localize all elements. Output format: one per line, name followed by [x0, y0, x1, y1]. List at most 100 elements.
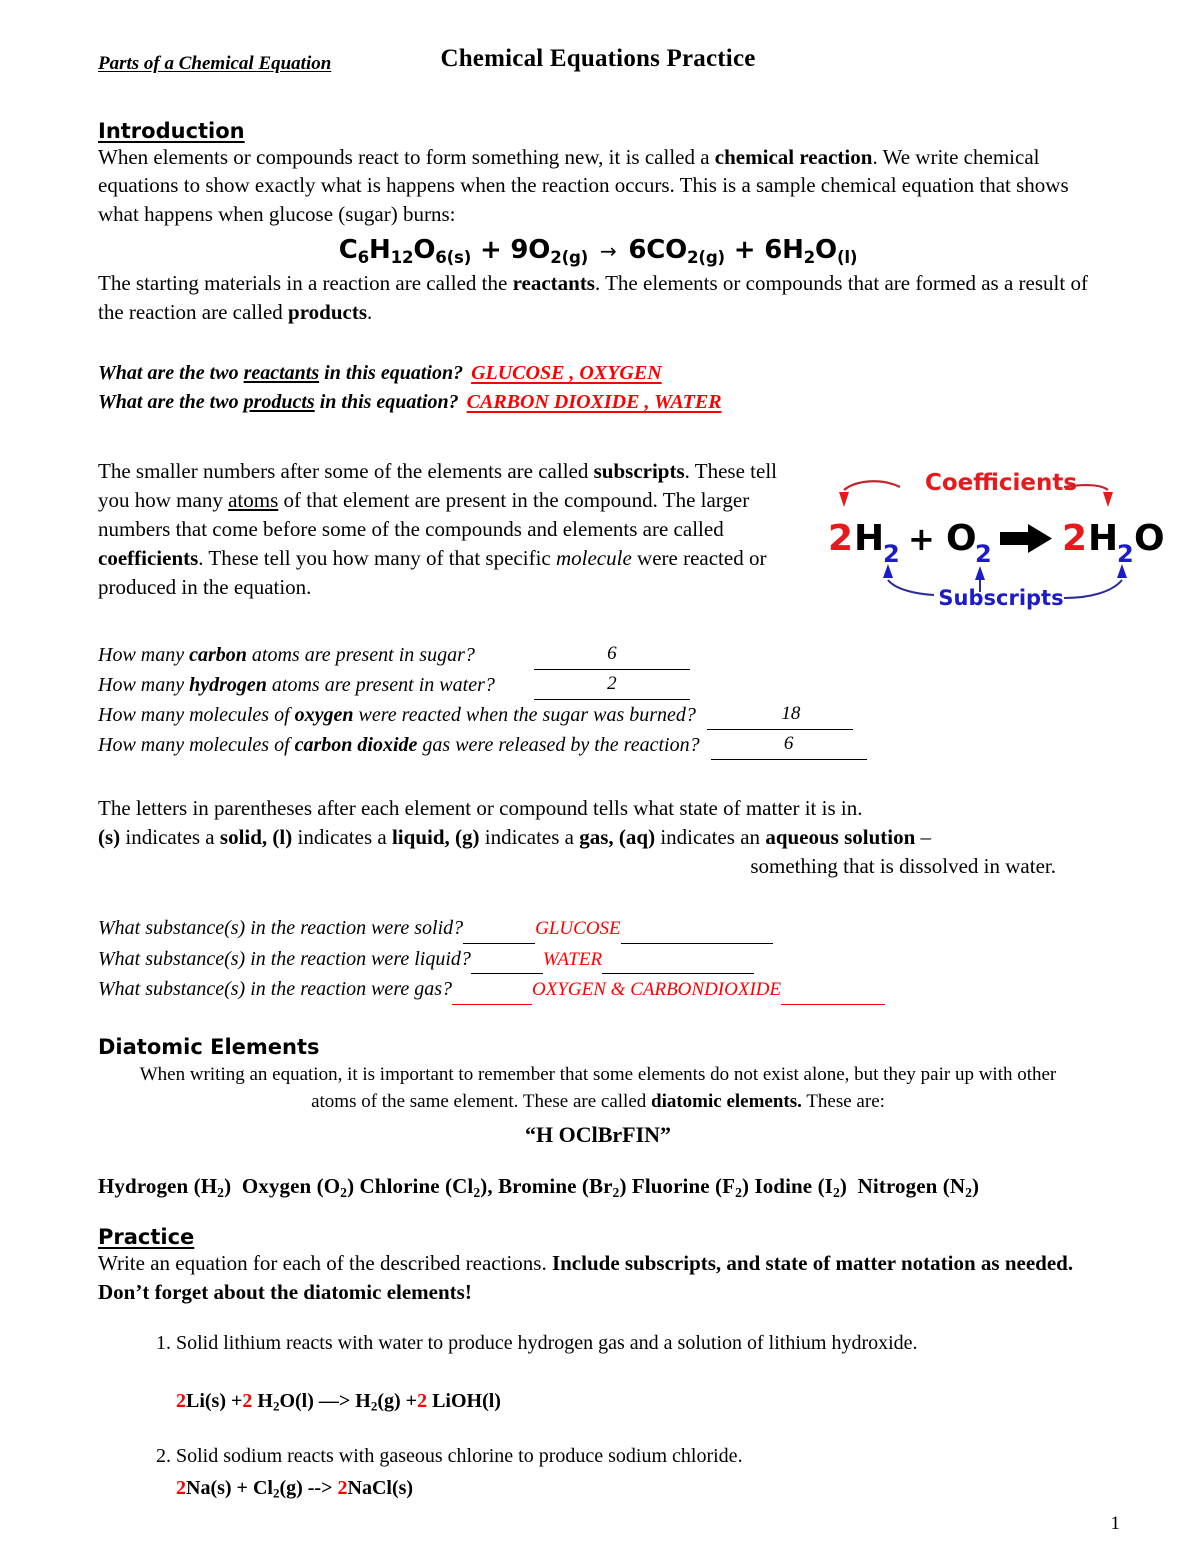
coefficients-left-connector	[843, 480, 901, 491]
reactants-question-row: What are the two reactants in this equat…	[98, 359, 1098, 388]
count-co2-answer: 6	[783, 732, 794, 754]
count-carbon-bold: carbon	[189, 644, 247, 667]
count-oxygen-answer: 18	[781, 702, 801, 724]
legend-gas: gas,	[579, 825, 614, 850]
diagram-hydrogen: H	[854, 518, 884, 559]
sub-italic-molecule: molecule	[555, 546, 632, 571]
state-solid-blank-right[interactable]	[620, 920, 773, 944]
legend-s-text: indicates a	[120, 825, 220, 850]
count-carbon-blank-right[interactable]: 6	[607, 643, 690, 671]
equation-reactant-oxygen: 9O2(g)	[510, 235, 589, 268]
subscripts-right-connector	[1063, 579, 1123, 599]
state-gas-blank-left[interactable]	[452, 981, 533, 1005]
legend-g: (g)	[449, 825, 480, 850]
count-carbon-pre: How many	[98, 644, 190, 667]
subscripts-label: Subscripts	[938, 586, 1063, 610]
count-question-oxygen: How many molecules of oxygen were reacte…	[98, 700, 1098, 731]
diagram-water-hydrogen: H	[1088, 518, 1118, 559]
count-hydrogen-blank-right[interactable]: 2	[607, 673, 690, 701]
count-co2-post: gas were released by the reaction?	[417, 734, 700, 757]
intro-text-a: When elements or compounds react to form…	[98, 144, 715, 169]
diagram-coefficient-2-left: 2	[828, 518, 853, 559]
products-question-row: What are the two products in this equati…	[98, 388, 1098, 417]
diagram-oxygen-subscript: 2	[975, 540, 992, 568]
intro2-bold-reactants: reactants	[512, 271, 595, 296]
diatomic-element-chlorine: Chlorine (Cl2),	[359, 1173, 493, 1200]
state-question-liquid: What substance(s) in the reaction were l…	[98, 944, 1098, 975]
practice-heading: Practice	[98, 1225, 195, 1250]
intro-bold-chemical-reaction: chemical reaction	[714, 144, 873, 169]
count-question-carbon: How many carbon atoms are present in sug…	[98, 640, 1098, 671]
diatomic-element-hydrogen: Hydrogen (H2)	[98, 1173, 232, 1200]
diatomic-text-b: These are:	[801, 1091, 885, 1113]
count-co2-blank-right[interactable]: 6	[784, 733, 867, 761]
state-gas-blank-right[interactable]	[781, 981, 886, 1005]
practice-items-list: Solid lithium reacts with water to produ…	[98, 1329, 1098, 1503]
equation-plus-2: +	[733, 235, 765, 266]
count-oxygen-pre: How many molecules of	[98, 704, 295, 727]
count-co2-bold: carbon dioxide	[294, 734, 418, 757]
diagram-coefficient-2-right: 2	[1062, 518, 1087, 559]
intro2-text-a: The starting materials in a reaction are…	[98, 271, 513, 296]
count-co2-pre: How many molecules of	[98, 734, 295, 757]
item2-coef-nacl: 2	[337, 1477, 348, 1500]
state-solid-answer: GLUCOSE	[535, 918, 621, 940]
item1-coef-lioh: 2	[417, 1390, 428, 1413]
practice-instructions-a: Write an equation for each of the descri…	[98, 1251, 552, 1276]
diatomic-element-fluorine: Fluorine (F2)	[631, 1173, 750, 1200]
state-of-matter-continuation: something that is dissolved in water.	[750, 854, 1056, 879]
introduction-heading-row: Introduction	[98, 119, 1098, 143]
document-page: Chemical Equations Practice Parts of a C…	[0, 0, 1200, 1553]
coefficients-left-arrowhead-icon	[839, 492, 849, 507]
legend-l: (l)	[267, 825, 293, 850]
item1-coef-water: 2	[242, 1390, 253, 1413]
state-solid-question: What substance(s) in the reaction were s…	[98, 917, 464, 940]
state-of-matter-legend: (s) indicates a solid, (l) indicates a l…	[98, 823, 1098, 852]
state-liquid-blank-right[interactable]	[602, 951, 755, 975]
practice-item-2-answer: 2Na(s) + Cl2(g) --> 2NaCl(s)	[176, 1474, 1098, 1503]
diatomic-mnemonic: “H OClBrFIN”	[524, 1121, 672, 1147]
state-question-solid: What substance(s) in the reaction were s…	[98, 913, 1098, 944]
legend-aq: (aq)	[613, 825, 656, 850]
diatomic-elements-list: Hydrogen (H2) Oxygen (O2) Chlorine (Cl2)…	[98, 1174, 1098, 1201]
page-number: 1	[1110, 1513, 1121, 1534]
count-carbon-post: atoms are present in sugar?	[246, 644, 475, 667]
state-gas-question: What substance(s) in the reaction were g…	[98, 978, 453, 1001]
sub-bold-subscripts: subscripts	[593, 459, 685, 484]
state-solid-blank-left[interactable]	[463, 920, 536, 944]
legend-solid: solid,	[219, 825, 268, 850]
count-hydrogen-post: atoms are present in water?	[266, 674, 495, 697]
legend-dash: –	[915, 825, 932, 850]
introduction-paragraph-1: When elements or compounds react to form…	[98, 143, 1098, 230]
diatomic-text-a: When writing an equation, it is importan…	[139, 1063, 1057, 1113]
state-liquid-blank-left[interactable]	[470, 951, 543, 975]
state-liquid-question: What substance(s) in the reaction were l…	[98, 947, 471, 970]
diatomic-element-iodine: Iodine (I2)	[754, 1173, 847, 1200]
item1-lioh: LiOH(l)	[427, 1390, 501, 1413]
item2-coef-na: 2	[176, 1477, 186, 1500]
item2-nacl: NaCl(s)	[347, 1477, 414, 1500]
diagram-water-hydrogen-subscript: 2	[1117, 540, 1134, 568]
legend-liquid: liquid,	[391, 825, 450, 850]
coefficients-subscripts-diagram: Coefficients 2 H 2 + O 2 2 H 2 O Subscri…	[812, 462, 1190, 610]
diatomic-heading: Diatomic Elements	[98, 1034, 320, 1059]
count-oxygen-blank-right[interactable]: 18	[781, 703, 853, 731]
diagram-plus: +	[908, 520, 935, 558]
products-question-keyword: products	[243, 391, 315, 414]
subtitle-heading: Parts of a Chemical Equation	[98, 52, 332, 74]
subscripts-mid-arrowhead-icon	[975, 566, 985, 580]
reactants-question-post: in this equation?	[319, 362, 464, 385]
item1-li: Li(s) +	[186, 1390, 243, 1413]
diatomic-element-oxygen: Oxygen (O2)	[241, 1173, 355, 1200]
item1-water: H2O(l) —> H2(g) +	[252, 1390, 418, 1415]
practice-item-1-prompt: Solid lithium reacts with water to produ…	[176, 1332, 918, 1355]
reactants-answer: GLUCOSE , OXYGEN	[471, 362, 662, 385]
count-oxygen-post: were reacted when the sugar was burned?	[353, 704, 696, 727]
sub-bold-coefficients: coefficients	[98, 546, 199, 571]
intro2-text-c: .	[367, 300, 373, 325]
practice-item-2-prompt: Solid sodium reacts with gaseous chlorin…	[176, 1445, 743, 1468]
count-hydrogen-pre: How many	[98, 674, 190, 697]
diagram-oxygen: O	[946, 518, 977, 559]
equation-product-water: 6H2O(l)	[764, 235, 858, 268]
diatomic-element-nitrogen: Nitrogen (N2)	[857, 1173, 980, 1200]
